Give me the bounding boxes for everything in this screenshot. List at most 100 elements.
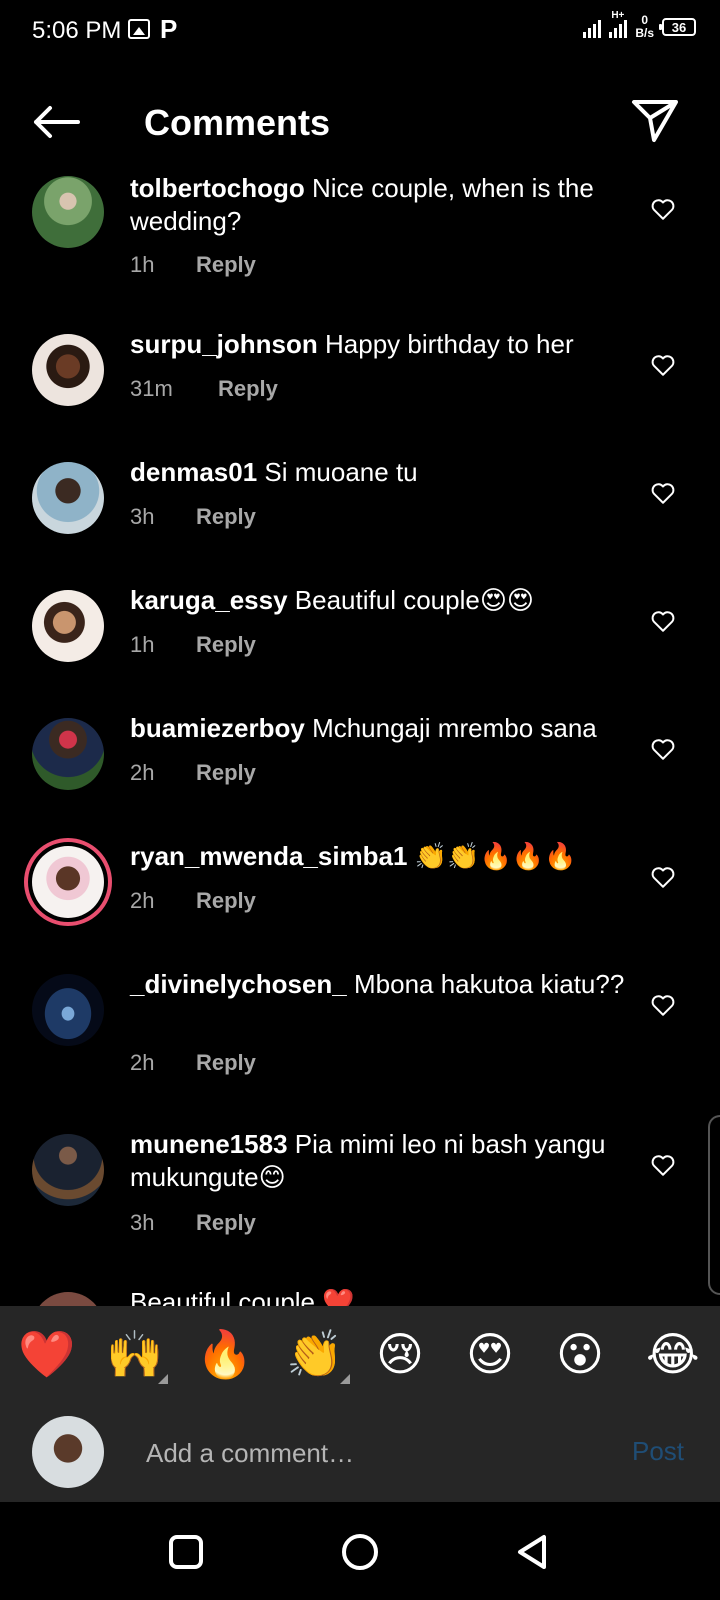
comment-message: Happy birthday to her: [325, 329, 574, 359]
comment-meta: 3h Reply: [130, 504, 256, 530]
like-button[interactable]: [650, 480, 676, 506]
status-bar: 5:06 PM P H+ 0 B/s 36: [0, 0, 720, 64]
emoji-heart[interactable]: ❤️: [18, 1326, 75, 1382]
comment-username[interactable]: karuga_essy: [130, 585, 288, 615]
battery-icon: 36: [659, 18, 696, 36]
reply-button[interactable]: Reply: [196, 504, 256, 530]
network-speed: 0 B/s: [635, 14, 654, 40]
avatar[interactable]: [32, 1134, 104, 1206]
emoji-fire[interactable]: 🔥: [196, 1326, 253, 1382]
like-button[interactable]: [650, 1152, 676, 1178]
comment-text: ryan_mwenda_simba1 👏👏🔥🔥🔥: [130, 840, 630, 873]
network-speed-unit: B/s: [635, 26, 654, 40]
status-time: 5:06 PM: [32, 17, 122, 44]
comment-username[interactable]: tolbertochogo: [130, 173, 305, 203]
comment-text: karuga_essy Beautiful couple😍😍: [130, 584, 630, 617]
reply-button[interactable]: Reply: [218, 376, 278, 402]
square-icon: [169, 1535, 203, 1569]
like-button[interactable]: [650, 864, 676, 890]
reply-button[interactable]: Reply: [196, 632, 256, 658]
emoji-clapping[interactable]: 👏: [286, 1326, 343, 1382]
comment-input[interactable]: [144, 1428, 598, 1478]
heart-outline-icon: [651, 355, 675, 376]
like-button[interactable]: [650, 196, 676, 222]
signal-1-icon: [583, 16, 602, 38]
heart-outline-icon: [651, 867, 675, 888]
avatar[interactable]: [32, 590, 104, 662]
avatar[interactable]: [32, 334, 104, 406]
comment-username[interactable]: surpu_johnson: [130, 329, 318, 359]
comment-message: Mbona hakutoa kiatu??: [354, 969, 625, 999]
reply-button[interactable]: Reply: [196, 252, 256, 278]
emoji-crying[interactable]: 😢: [376, 1326, 424, 1382]
share-button[interactable]: [630, 98, 680, 144]
post-button[interactable]: Post: [632, 1436, 684, 1467]
comment-username[interactable]: denmas01: [130, 457, 257, 487]
avatar[interactable]: [32, 718, 104, 790]
triangle-back-icon: [518, 1535, 546, 1569]
comment-message: Beautiful couple ❤️: [130, 1287, 355, 1306]
comment-meta: 2h Reply: [130, 888, 256, 914]
page-title: Comments: [144, 102, 331, 143]
comment-message: 👏👏🔥🔥🔥: [414, 841, 577, 871]
avatar[interactable]: [32, 1292, 104, 1306]
comment-meta: 3h Reply: [130, 1210, 256, 1236]
my-avatar: [32, 1416, 104, 1488]
back-button[interactable]: [28, 100, 84, 144]
avatar[interactable]: [32, 462, 104, 534]
battery-level: 36: [671, 19, 687, 35]
heart-outline-icon: [651, 199, 675, 220]
skin-tone-hint-icon: [340, 1374, 350, 1384]
avatar[interactable]: [32, 974, 104, 1046]
header: Comments: [0, 86, 720, 158]
add-comment-bar: Post: [0, 1402, 720, 1502]
comment-username[interactable]: ryan_mwenda_simba1: [130, 841, 407, 871]
heart-outline-icon: [651, 1155, 675, 1176]
heart-outline-icon: [651, 739, 675, 760]
system-nav-bar: [0, 1502, 720, 1600]
comments-list[interactable]: tolbertochogo Nice couple, when is the w…: [0, 166, 720, 1306]
comment-meta: 1h Reply: [130, 632, 256, 658]
emoji-laughing[interactable]: 😂: [646, 1326, 700, 1382]
scroll-indicator[interactable]: [708, 1115, 720, 1295]
home-button[interactable]: [340, 1532, 380, 1572]
arrow-left-icon: [34, 106, 80, 138]
comment-username[interactable]: _divinelychosen_: [130, 969, 347, 999]
comment-time: 2h: [130, 888, 155, 913]
status-right-icons: H+ 0 B/s 36: [583, 10, 696, 40]
avatar-with-story[interactable]: [24, 838, 112, 926]
comment-username[interactable]: buamiezerboy: [130, 713, 305, 743]
like-button[interactable]: [650, 352, 676, 378]
comment-time: 1h: [130, 632, 155, 657]
comment-text: tolbertochogo Nice couple, when is the w…: [130, 172, 630, 238]
reply-button[interactable]: Reply: [196, 888, 256, 914]
like-button[interactable]: [650, 736, 676, 762]
comment-meta: 2h Reply: [130, 760, 256, 786]
comment-time: 1h: [130, 252, 155, 277]
reply-button[interactable]: Reply: [196, 1210, 256, 1236]
emoji-surprised[interactable]: 😮: [556, 1326, 604, 1382]
emoji-quick-bar: ❤️ 🙌 🔥 👏 😢 😍 😮 😂: [0, 1306, 720, 1402]
comment-text: denmas01 Si muoane tu: [130, 456, 630, 489]
recent-apps-button[interactable]: [166, 1532, 206, 1572]
circle-icon: [342, 1534, 378, 1570]
comment-meta: 1h Reply: [130, 252, 256, 278]
comment-message: Si muoane tu: [264, 457, 418, 487]
parking-app-icon: P: [160, 14, 178, 44]
network-type: H+: [611, 10, 625, 21]
gallery-icon: [128, 19, 150, 39]
comment-message: Beautiful couple😍😍: [294, 585, 535, 615]
avatar[interactable]: [32, 176, 104, 248]
heart-outline-icon: [651, 483, 675, 504]
reply-button[interactable]: Reply: [196, 1050, 256, 1076]
reply-button[interactable]: Reply: [196, 760, 256, 786]
emoji-raising-hands[interactable]: 🙌: [106, 1326, 163, 1382]
back-nav-button[interactable]: [514, 1532, 554, 1572]
like-button[interactable]: [650, 608, 676, 634]
comment-username[interactable]: munene1583: [130, 1129, 288, 1159]
signal-2-icon: H+: [609, 10, 628, 38]
like-button[interactable]: [650, 992, 676, 1018]
comment-text: Beautiful couple ❤️: [130, 1286, 630, 1306]
comment-text: munene1583 Pia mimi leo ni bash yangu mu…: [130, 1128, 630, 1194]
emoji-heart-eyes[interactable]: 😍: [466, 1326, 514, 1382]
